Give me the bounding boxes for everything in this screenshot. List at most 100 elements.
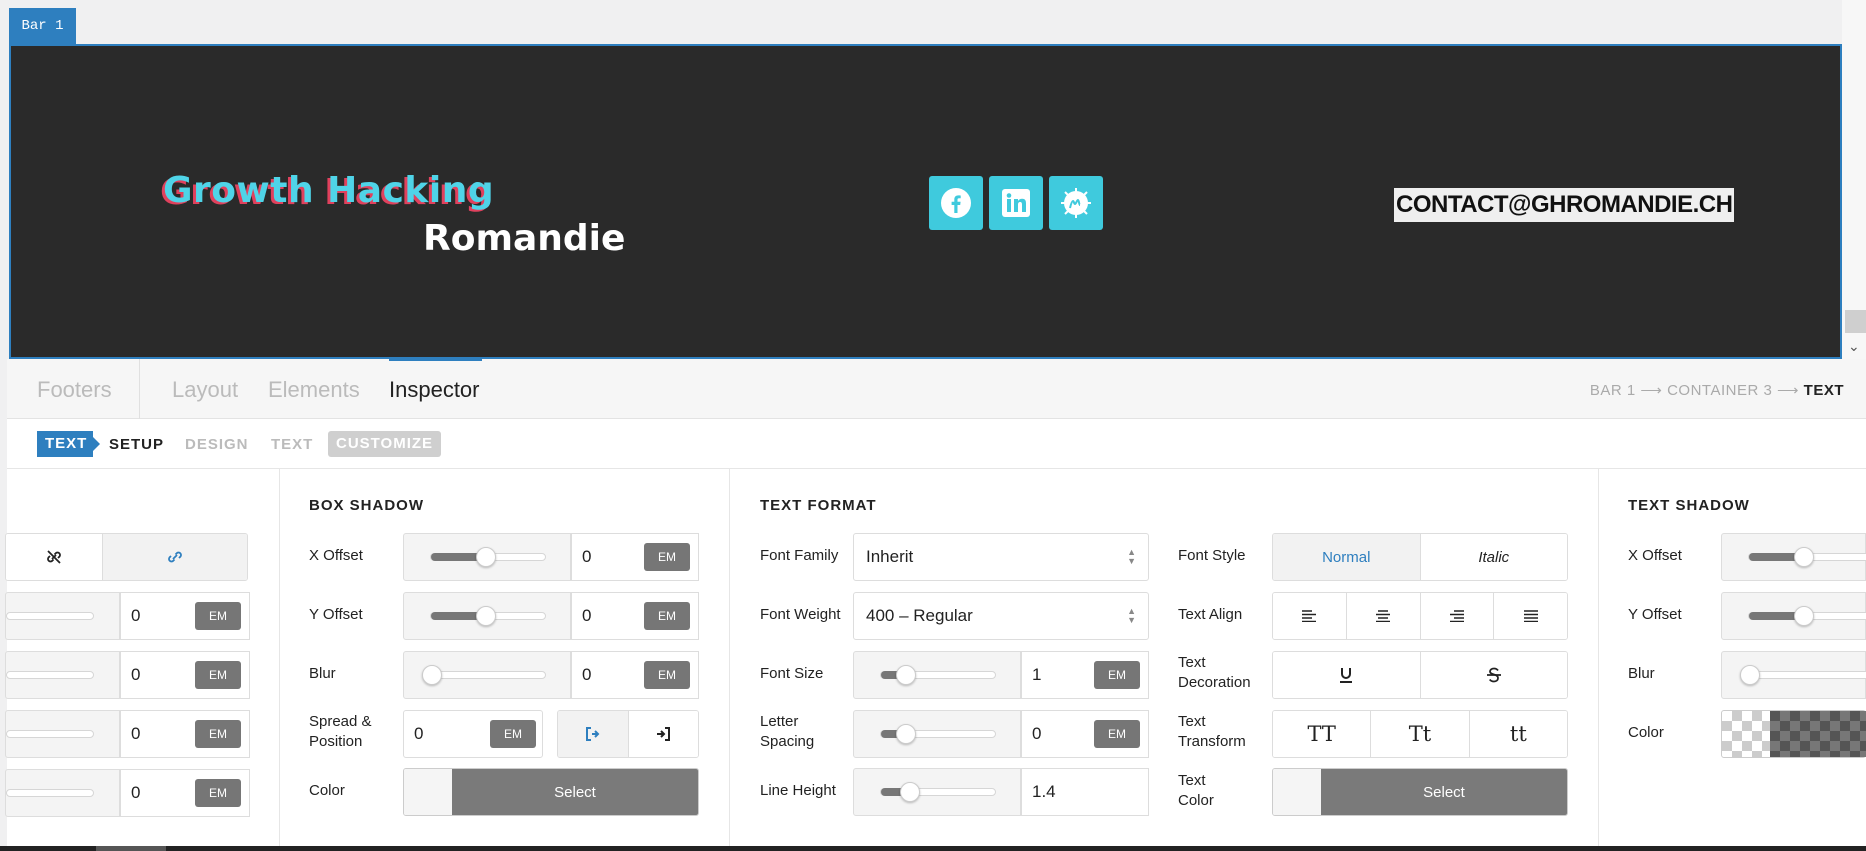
unit-button[interactable]: EM: [1094, 661, 1140, 689]
letter-spacing-slider[interactable]: [853, 710, 1021, 758]
scrollbar-thumb[interactable]: [1845, 310, 1866, 333]
left-slider-2[interactable]: [5, 651, 120, 699]
align-left-button[interactable]: [1273, 593, 1347, 639]
font-size-slider[interactable]: [853, 651, 1021, 699]
tab-layout[interactable]: Layout: [172, 377, 238, 403]
letter-spacing-input[interactable]: 0 EM: [1021, 710, 1149, 758]
footer-preview[interactable]: Growth Hacking Romandie CONTACT@GHROMAND…: [9, 44, 1842, 359]
underline-icon: [1340, 668, 1353, 683]
text-transform-label: Text Transform: [1178, 713, 1246, 750]
breadcrumb-container[interactable]: CONTAINER 3: [1667, 382, 1772, 399]
breadcrumb-bar[interactable]: BAR 1: [1590, 382, 1636, 399]
align-right-icon: [1449, 610, 1464, 622]
left-slider-4[interactable]: [5, 769, 120, 817]
box-shadow-spread-input[interactable]: 0 EM: [403, 710, 543, 758]
breadcrumb-arrow-icon: ⟶: [1640, 382, 1663, 399]
font-family-select[interactable]: Inherit ▲ ▼: [853, 533, 1149, 581]
sign-in-icon: [657, 727, 671, 741]
unlink-icon: [47, 550, 61, 564]
text-shadow-blur-slider[interactable]: [1721, 651, 1866, 699]
box-shadow-x-label: X Offset: [309, 547, 363, 564]
chevron-down-icon[interactable]: ⌄: [1848, 338, 1860, 355]
facebook-button[interactable]: [929, 176, 983, 230]
unit-button[interactable]: EM: [644, 543, 690, 571]
align-justify-button[interactable]: [1494, 593, 1567, 639]
box-shadow-color-picker[interactable]: Select: [403, 768, 699, 816]
unit-button[interactable]: EM: [195, 779, 241, 807]
strikethrough-button[interactable]: [1420, 652, 1567, 698]
box-shadow-blur-input[interactable]: 0 EM: [571, 651, 699, 699]
subtab-design[interactable]: DESIGN: [185, 436, 249, 453]
subtab-setup[interactable]: SETUP: [109, 436, 164, 453]
font-style-label: Font Style: [1178, 547, 1246, 564]
transform-capitalize-button[interactable]: Tt: [1371, 711, 1470, 757]
align-center-button[interactable]: [1346, 593, 1421, 639]
text-shadow-blur-label: Blur: [1628, 665, 1655, 682]
font-style-normal-button[interactable]: Normal: [1273, 534, 1421, 580]
line-height-input[interactable]: 1.4: [1021, 768, 1149, 816]
text-shadow-x-slider[interactable]: [1721, 533, 1866, 581]
unit-button[interactable]: EM: [195, 661, 241, 689]
underline-button[interactable]: [1273, 652, 1421, 698]
shadow-outset-button[interactable]: [558, 711, 629, 757]
preview-scrollbar[interactable]: [1842, 0, 1866, 360]
text-format-title: TEXT FORMAT: [760, 497, 877, 514]
bar-tab[interactable]: Bar 1: [9, 8, 76, 44]
left-slider-1[interactable]: [5, 592, 120, 640]
letter-spacing-label: Letter Spacing: [760, 713, 815, 750]
tab-elements[interactable]: Elements: [268, 377, 360, 403]
unit-button[interactable]: EM: [644, 661, 690, 689]
unit-button[interactable]: EM: [195, 720, 241, 748]
tab-footers[interactable]: Footers: [37, 377, 112, 403]
email-text[interactable]: CONTACT@GHROMANDIE.CH: [1394, 188, 1735, 222]
transform-uppercase-button[interactable]: TT: [1273, 711, 1372, 757]
font-style-italic-button[interactable]: Italic: [1420, 534, 1567, 580]
unit-button[interactable]: EM: [490, 720, 536, 748]
bottom-bar-thumb[interactable]: [96, 846, 166, 851]
unit-button[interactable]: EM: [1094, 720, 1140, 748]
left-value-4[interactable]: 0 EM: [120, 769, 250, 817]
color-select-button[interactable]: Select: [1321, 769, 1567, 815]
color-select-button[interactable]: Select: [452, 769, 698, 815]
text-shadow-color-label: Color: [1628, 724, 1664, 741]
box-shadow-y-slider[interactable]: [403, 592, 571, 640]
align-right-button[interactable]: [1420, 593, 1495, 639]
box-shadow-x-input[interactable]: 0 EM: [571, 533, 699, 581]
unlink-button[interactable]: [6, 534, 103, 580]
left-value-3[interactable]: 0 EM: [120, 710, 250, 758]
align-justify-icon: [1523, 610, 1538, 622]
breadcrumb: BAR 1 ⟶ CONTAINER 3 ⟶ TEXT: [1590, 381, 1844, 399]
subtab-customize[interactable]: CUSTOMIZE: [328, 431, 442, 457]
tab-inspector[interactable]: Inspector: [389, 377, 480, 403]
link-toggle-group: [5, 533, 248, 581]
font-family-label: Font Family: [760, 547, 839, 564]
box-shadow-y-input[interactable]: 0 EM: [571, 592, 699, 640]
left-slider-3[interactable]: [5, 710, 120, 758]
text-shadow-y-slider[interactable]: [1721, 592, 1866, 640]
font-style-group: Normal Italic: [1272, 533, 1568, 581]
box-shadow-x-slider[interactable]: [403, 533, 571, 581]
link-button[interactable]: [103, 534, 247, 580]
box-shadow-title: BOX SHADOW: [309, 497, 424, 514]
font-weight-select[interactable]: 400 – Regular ▲ ▼: [853, 592, 1149, 640]
left-value-1[interactable]: 0 EM: [120, 592, 250, 640]
line-height-label: Line Height: [760, 782, 836, 799]
sub-nav: TEXT SETUP DESIGN TEXT CUSTOMIZE: [7, 419, 1866, 469]
element-type-tag: TEXT: [37, 431, 100, 457]
left-value-2[interactable]: 0 EM: [120, 651, 250, 699]
text-color-picker[interactable]: Select: [1272, 768, 1568, 816]
line-height-slider[interactable]: [853, 768, 1021, 816]
subtab-text[interactable]: TEXT: [271, 436, 313, 453]
box-shadow-blur-slider[interactable]: [403, 651, 571, 699]
malt-button[interactable]: [1049, 176, 1103, 230]
text-decoration-label: Text Decoration: [1178, 654, 1251, 691]
unit-button[interactable]: EM: [644, 602, 690, 630]
text-shadow-color-picker[interactable]: [1721, 710, 1866, 758]
transform-lowercase-button[interactable]: tt: [1469, 711, 1567, 757]
top-nav: Footers Layout Elements Inspector BAR 1 …: [7, 359, 1866, 419]
font-size-input[interactable]: 1 EM: [1021, 651, 1149, 699]
unit-button[interactable]: EM: [195, 602, 241, 630]
shadow-inset-button[interactable]: [628, 711, 698, 757]
sign-out-icon: [585, 727, 600, 741]
linkedin-button[interactable]: [989, 176, 1043, 230]
